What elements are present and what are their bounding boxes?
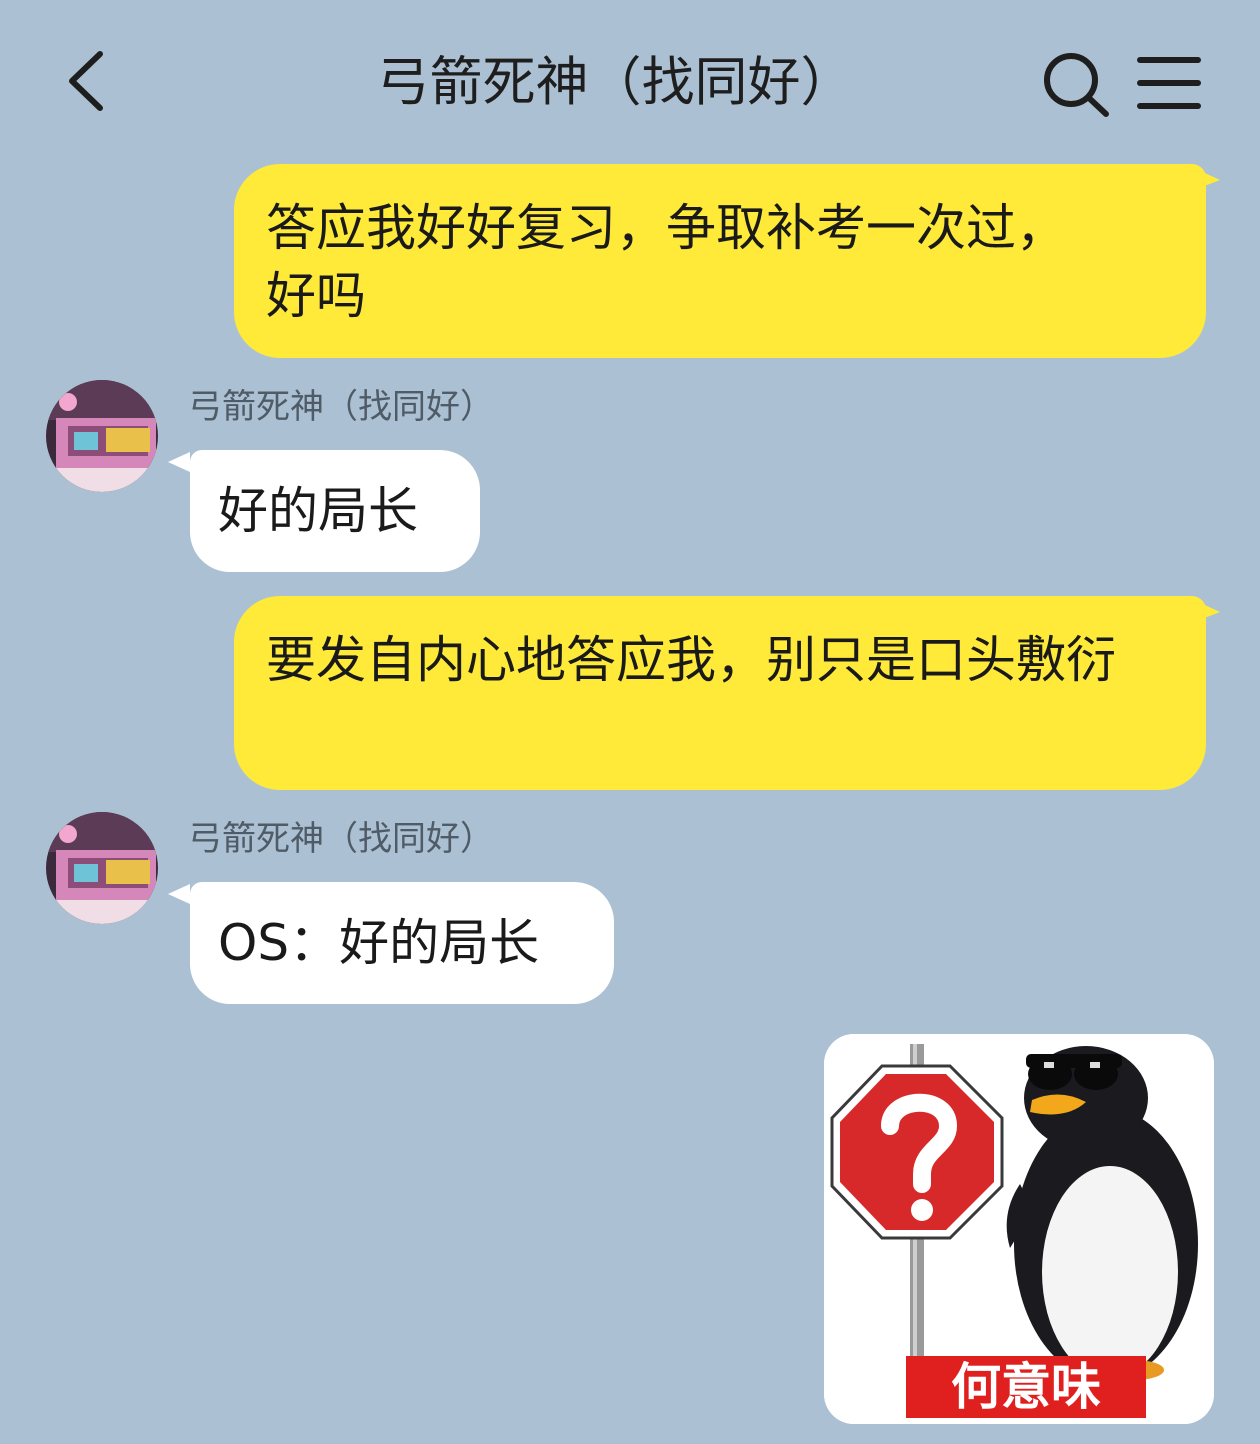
back-button[interactable] [58, 48, 118, 114]
incoming-message[interactable]: 好的局长 [190, 450, 480, 572]
chat-title: 弓箭死神（找同好） [376, 52, 854, 113]
search-icon [1044, 53, 1109, 117]
message-text: OS：好的局长 [218, 914, 540, 972]
message-text: 好的局长 [218, 482, 418, 540]
incoming-message[interactable]: OS：好的局长 [190, 882, 614, 1004]
avatar[interactable] [46, 812, 158, 924]
message-text: 答应我好好复习，争取补考一次过，好吗 [266, 199, 1066, 325]
menu-button[interactable] [1136, 54, 1202, 112]
message-text: 要发自内心地答应我，别只是口头敷衍 [266, 631, 1116, 689]
bubble-tail [168, 452, 190, 472]
sender-name: 弓箭死神（找同好） [188, 819, 494, 859]
search-button[interactable] [1040, 50, 1112, 118]
sticker-message[interactable]: 何意味 [824, 1034, 1214, 1424]
avatar-image [46, 380, 158, 492]
sender-name: 弓箭死神（找同好） [188, 387, 494, 427]
outgoing-message[interactable]: 答应我好好复习，争取补考一次过，好吗 [234, 164, 1206, 358]
avatar-image [46, 812, 158, 924]
bubble-tail [168, 884, 190, 904]
menu-icon [1137, 57, 1201, 109]
outgoing-message[interactable]: 要发自内心地答应我，别只是口头敷衍 [234, 596, 1206, 790]
chevron-left-icon [69, 51, 103, 111]
chat-header: 弓箭死神（找同好） [0, 0, 1260, 160]
avatar[interactable] [46, 380, 158, 492]
sticker-caption: 何意味 [951, 1358, 1101, 1416]
